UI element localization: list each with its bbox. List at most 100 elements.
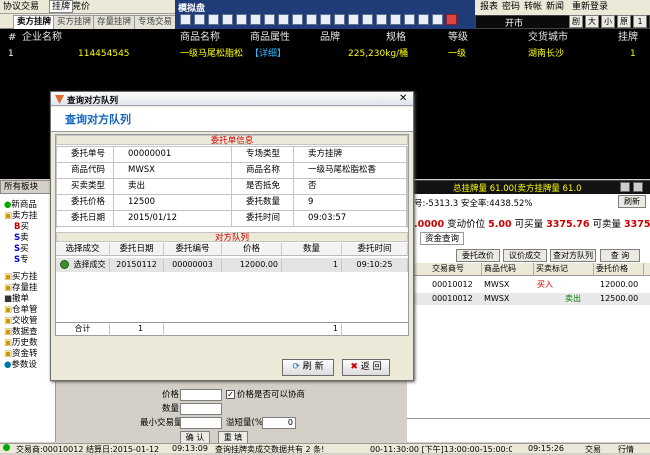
status-trade-hours: 00-11:30:00 [下午]13:00:00-15:00:00 — [370, 445, 512, 454]
close-app-icon[interactable] — [446, 14, 457, 25]
grid-col-side[interactable]: 买卖标记 — [534, 263, 594, 276]
order-value: MWSX — [114, 163, 232, 179]
bar-chart-icon[interactable] — [222, 14, 233, 25]
font-large-button[interactable]: 大 — [585, 15, 599, 28]
tree-item-history[interactable]: ▣历史数 — [4, 338, 38, 349]
tree-item-new-product[interactable]: ●新商品 — [4, 200, 37, 211]
grid-col-trader[interactable]: 交易商号 — [430, 263, 482, 276]
menu-relogin[interactable]: 重新登录 — [572, 0, 608, 14]
grid-price: 12500.00 — [600, 294, 639, 303]
chart-icon[interactable] — [208, 14, 219, 25]
menu-password[interactable]: 密码 — [502, 0, 520, 14]
menu-bidding[interactable]: 竞价 — [72, 0, 90, 14]
scroll-right-icon[interactable] — [633, 182, 643, 192]
dialog-refresh-button[interactable]: ⟳ 刷 新 — [282, 359, 334, 376]
grid-icon[interactable] — [236, 14, 247, 25]
tree-item-delivery[interactable]: ▣交收管 — [4, 316, 38, 327]
order-key: 商品名称 — [232, 163, 294, 179]
tree-item-params[interactable]: ●参数设 — [4, 360, 37, 371]
queue-col-qty: 数量 — [282, 243, 342, 256]
tile-icon[interactable] — [306, 14, 317, 25]
row-attribute-link[interactable]: 【详细】 — [250, 48, 286, 60]
col-spec: 规格 — [386, 32, 406, 43]
qty-input[interactable] — [180, 403, 222, 415]
minimize-icon[interactable] — [334, 14, 345, 25]
tree-item-stock-listing[interactable]: ▣存量挂 — [4, 283, 38, 294]
up-icon[interactable] — [250, 14, 261, 25]
negotiable-checkbox[interactable]: ✓ — [226, 390, 235, 399]
close-icon[interactable]: ✕ — [399, 93, 407, 104]
queue-section: 对方队列 — [56, 232, 408, 243]
window-icon[interactable] — [292, 14, 303, 25]
tab-fund-query[interactable]: 资金查询 — [420, 232, 465, 245]
status-market[interactable]: 行情 — [618, 444, 634, 455]
overflow-input[interactable]: 0 — [262, 417, 296, 429]
font-btn-4[interactable]: 1 — [633, 15, 647, 28]
tab-buyer-listing[interactable]: 买方挂牌 — [53, 15, 96, 29]
tree-item-seller-listing[interactable]: ▣卖方挂 — [4, 211, 38, 222]
grid-col-price[interactable]: 委托价格 — [594, 263, 644, 276]
font-small-button[interactable]: 小 — [601, 15, 615, 28]
menu-protocol-trade[interactable]: 协议交易 — [3, 0, 39, 14]
tree-item-cancel[interactable]: ■撤单 — [4, 294, 29, 305]
queue-select-deal[interactable]: 选择成交 — [70, 259, 110, 272]
status-trade[interactable]: 交易 — [585, 444, 601, 455]
print-icon[interactable] — [418, 14, 429, 25]
grid-col-code[interactable]: 商品代码 — [482, 263, 534, 276]
plus-icon[interactable] — [390, 14, 401, 25]
tree-item-buy[interactable]: B买 — [14, 222, 29, 233]
tab-special-trade[interactable]: 专场交易 — [134, 15, 177, 29]
tree-item-data-query[interactable]: ▣数据查 — [4, 327, 38, 338]
modify-price-button[interactable]: 委托改价 — [456, 249, 500, 262]
tree-item-fund-transfer[interactable]: ▣资金转 — [4, 349, 38, 360]
pencil-icon[interactable] — [432, 14, 443, 25]
refresh-button[interactable]: 刷新 — [618, 195, 646, 208]
lock-icon[interactable] — [194, 14, 205, 25]
dialog-title: 查询对方队列 — [67, 96, 119, 106]
price-input[interactable] — [180, 389, 222, 401]
menu-transfer[interactable]: 转帐 — [524, 0, 542, 14]
calc-icon[interactable] — [404, 14, 415, 25]
refresh-icon[interactable] — [362, 14, 373, 25]
dialog-back-button[interactable]: ✖ 返 回 — [342, 359, 390, 376]
order-value: 一级马尾松脂松香 — [294, 163, 407, 179]
order-value: 12500 — [114, 195, 232, 211]
menu-listing[interactable]: 挂牌 — [49, 0, 74, 13]
tab-seller-listing[interactable]: 卖方挂牌 — [13, 15, 56, 29]
down-icon[interactable] — [264, 14, 275, 25]
grid-trader: 00010012 — [432, 280, 473, 289]
queue-col-no: 委托编号 — [164, 243, 222, 256]
list-icon[interactable] — [278, 14, 289, 25]
refresh-icon: ⟳ — [292, 362, 300, 372]
menu-news[interactable]: 新闻 — [546, 0, 564, 14]
tree-item-sell[interactable]: S卖 — [14, 233, 29, 244]
market-status: 开市 — [505, 19, 524, 29]
order-value: 00000001 — [114, 147, 232, 163]
qty-label: 数量 — [162, 404, 180, 414]
settings-icon[interactable] — [376, 14, 387, 25]
tree-item-buyer-listing[interactable]: ▣买方挂 — [4, 272, 38, 283]
check-icon[interactable] — [60, 260, 69, 269]
restore-icon[interactable] — [348, 14, 359, 25]
all-sectors-tab[interactable]: 所有板块 — [0, 180, 56, 194]
font-original-button[interactable]: 原 — [617, 15, 631, 28]
scroll-left-icon[interactable] — [620, 182, 630, 192]
query-button[interactable]: 查 询 — [600, 249, 640, 262]
tree-item-special[interactable]: S专 — [14, 255, 29, 266]
order-info-table: 委托单号 00000001 专场类型 卖方挂牌 商品代码 MWSX 商品名称 一… — [56, 146, 408, 228]
dialog-heading: 查询对方队列 — [65, 113, 131, 126]
query-opposite-queue-button[interactable]: 查对方队列 — [550, 249, 596, 262]
cascade-icon[interactable] — [320, 14, 331, 25]
col-attribute: 商品属性 — [250, 32, 290, 43]
font-btn-0[interactable]: 剧 — [569, 15, 583, 28]
arrow-icon[interactable] — [180, 14, 191, 25]
tab-stock-listing[interactable]: 存量挂牌 — [93, 15, 136, 29]
tree-item-warehouse[interactable]: ▣仓单管 — [4, 305, 38, 316]
min-qty-input[interactable] — [180, 417, 222, 429]
tree-item-buy-2[interactable]: S买 — [14, 244, 29, 255]
order-key: 委托单号 — [57, 147, 114, 163]
negotiate-deal-button[interactable]: 议价成交 — [503, 249, 547, 262]
menu-report[interactable]: 报表 — [480, 0, 498, 14]
row-grade: 一级 — [448, 49, 467, 59]
queue-col-price: 价格 — [222, 243, 282, 256]
